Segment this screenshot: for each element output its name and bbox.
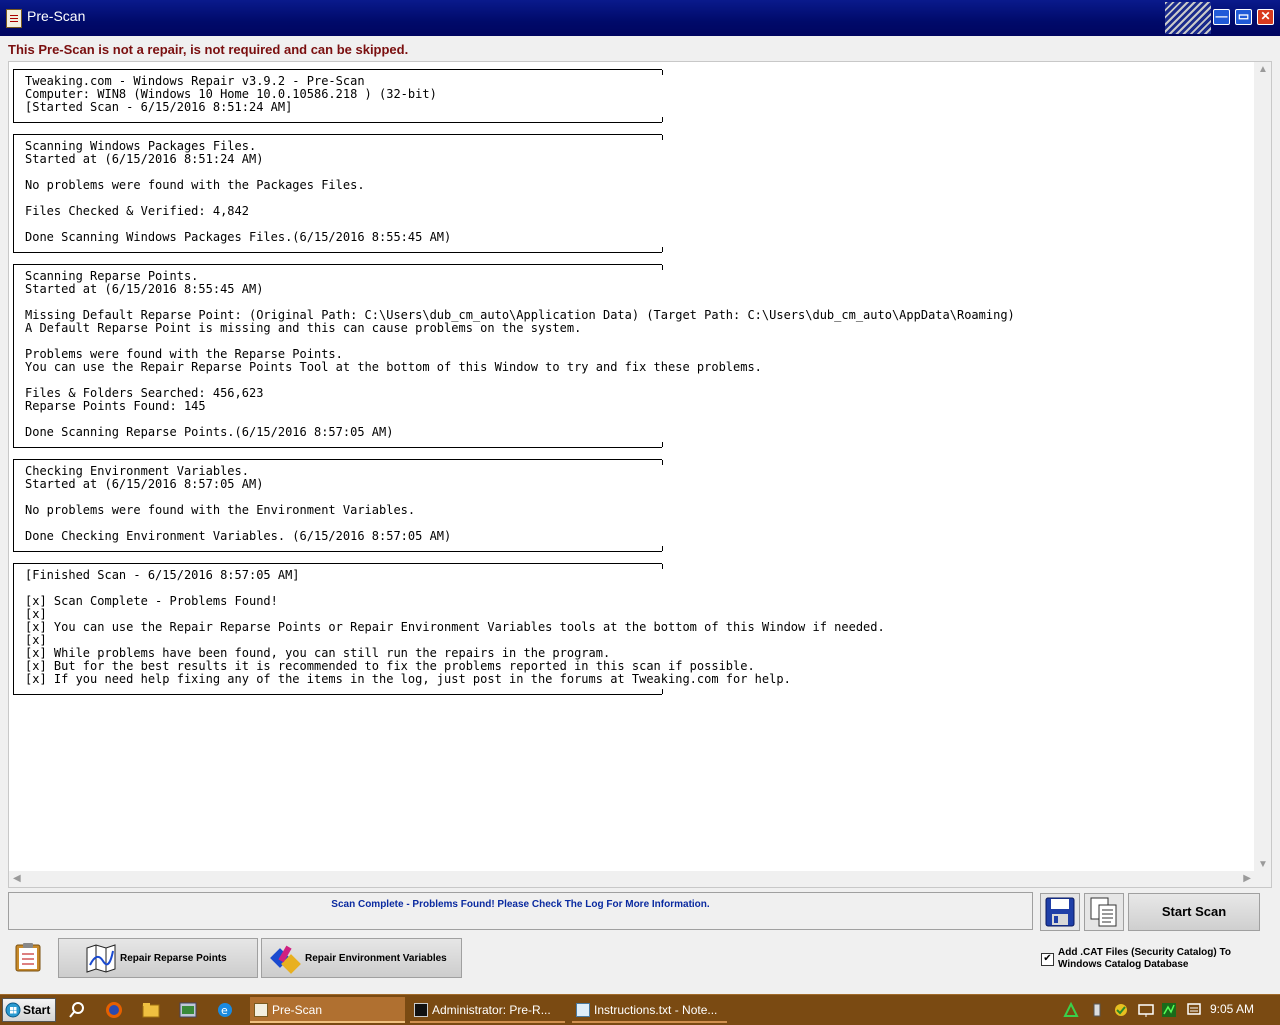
internet-explorer-icon[interactable]: e — [216, 1001, 234, 1019]
log-block-packages: Scanning Windows Packages Files. Started… — [13, 134, 663, 253]
svg-text:e: e — [221, 1004, 228, 1017]
log-block-environment: Checking Environment Variables. Started … — [13, 459, 663, 552]
log-block-header-text: Tweaking.com - Windows Repair v3.9.2 - P… — [25, 74, 437, 114]
start-button[interactable]: Start — [2, 998, 56, 1022]
command-prompt-icon — [414, 1003, 428, 1017]
copy-document-icon — [1090, 897, 1117, 927]
maximize-button[interactable]: ▭ — [1235, 9, 1252, 25]
taskbar-item-administrator-label: Administrator: Pre-R... — [432, 1003, 551, 1017]
horizontal-scrollbar[interactable]: ◀ ▶ — [9, 871, 1255, 887]
repair-environment-variables-button[interactable]: Repair Environment Variables — [261, 938, 462, 978]
taskbar-clock[interactable]: 9:05 AM — [1210, 1002, 1254, 1016]
action-center-icon[interactable] — [1186, 1002, 1202, 1018]
prescan-task-icon — [254, 1003, 268, 1017]
taskbar: Start e Pre-Scan Administrator: Pre-R...… — [0, 994, 1280, 1025]
add-cat-files-label-line1: Add .CAT Files (Security Catalog) To — [1058, 947, 1231, 958]
display-tray-icon[interactable] — [1138, 1002, 1154, 1018]
repair-reparse-points-button[interactable]: Repair Reparse Points — [58, 938, 258, 978]
title-stripes-decoration — [1165, 2, 1211, 34]
log-block-reparse: Scanning Reparse Points. Started at (6/1… — [13, 264, 1015, 448]
map-route-icon — [86, 944, 116, 973]
copy-log-button[interactable] — [1084, 893, 1124, 931]
windows-explorer-icon[interactable] — [179, 1001, 197, 1019]
add-cat-files-label: Add .CAT Files (Security Catalog) To Win… — [1058, 947, 1231, 971]
add-cat-files-label-line2: Windows Catalog Database — [1058, 959, 1189, 970]
log-block-environment-text: Checking Environment Variables. Started … — [25, 464, 452, 543]
taskbar-item-notepad[interactable]: Instructions.txt - Note... — [572, 997, 727, 1023]
taskbar-item-notepad-label: Instructions.txt - Note... — [594, 1003, 718, 1017]
file-explorer-icon[interactable] — [142, 1001, 160, 1019]
log-block-summary: [Finished Scan - 6/15/2016 8:57:05 AM] [… — [13, 563, 885, 695]
floppy-disk-icon — [1045, 897, 1075, 927]
scan-log-panel[interactable]: Tweaking.com - Windows Repair v3.9.2 - P… — [8, 61, 1272, 888]
log-block-header: Tweaking.com - Windows Repair v3.9.2 - P… — [13, 69, 663, 123]
status-message: Scan Complete - Problems Found! Please C… — [331, 899, 710, 910]
firefox-icon[interactable] — [105, 1001, 123, 1019]
scroll-left-icon[interactable]: ◀ — [13, 873, 21, 884]
tools-icon — [270, 945, 301, 974]
log-block-packages-text: Scanning Windows Packages Files. Started… — [25, 139, 452, 244]
windows-start-icon — [5, 1002, 21, 1018]
log-block-summary-text: [Finished Scan - 6/15/2016 8:57:05 AM] [… — [25, 568, 885, 686]
start-scan-button[interactable]: Start Scan — [1128, 893, 1260, 931]
save-log-button[interactable] — [1040, 893, 1080, 931]
security-tray-icon[interactable] — [1113, 1002, 1129, 1018]
prescan-warning-text: This Pre-Scan is not a repair, is not re… — [8, 42, 409, 57]
window-title: Pre-Scan — [27, 8, 86, 24]
repair-reparse-points-label: Repair Reparse Points — [120, 953, 227, 964]
app-clipboard-icon — [6, 9, 22, 28]
clipboard-icon — [15, 943, 41, 972]
title-bar[interactable]: Pre-Scan — ▭ ✕ — [0, 0, 1280, 36]
repair-environment-variables-label: Repair Environment Variables — [305, 953, 447, 964]
search-icon[interactable] — [68, 1001, 86, 1019]
start-label: Start — [23, 1003, 51, 1017]
scroll-up-icon[interactable]: ▲ — [1258, 64, 1268, 75]
network-tray-icon[interactable] — [1063, 1002, 1079, 1018]
monitor-app-tray-icon[interactable] — [1161, 1002, 1177, 1018]
taskbar-item-prescan[interactable]: Pre-Scan — [250, 997, 405, 1023]
notepad-icon — [576, 1003, 590, 1017]
log-block-reparse-text: Scanning Reparse Points. Started at (6/1… — [25, 269, 1015, 439]
status-panel: Scan Complete - Problems Found! Please C… — [8, 892, 1033, 930]
vertical-scrollbar[interactable]: ▲ ▼ — [1254, 62, 1271, 872]
close-button[interactable]: ✕ — [1257, 9, 1274, 25]
add-cat-files-checkbox[interactable]: ✔ — [1041, 953, 1054, 966]
minimize-button[interactable]: — — [1213, 9, 1230, 25]
scan-log-content: Tweaking.com - Windows Repair v3.9.2 - P… — [9, 62, 1255, 872]
scroll-right-icon[interactable]: ▶ — [1243, 873, 1251, 884]
scroll-corner — [1254, 871, 1271, 887]
taskbar-item-prescan-label: Pre-Scan — [272, 1003, 323, 1017]
usb-tray-icon[interactable] — [1089, 1002, 1105, 1018]
scroll-down-icon[interactable]: ▼ — [1258, 859, 1268, 870]
taskbar-item-administrator[interactable]: Administrator: Pre-R... — [410, 997, 565, 1023]
